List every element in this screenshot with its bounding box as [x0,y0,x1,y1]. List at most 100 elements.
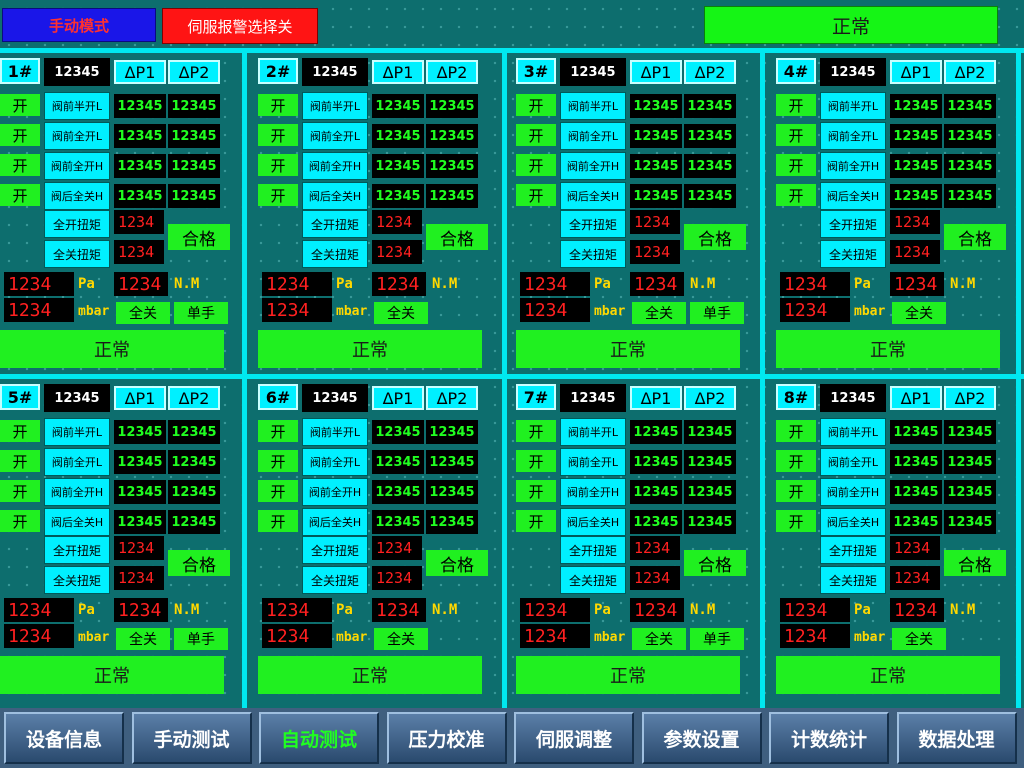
valve-open-button[interactable]: 开 [258,450,298,472]
unit-number: 7# [516,384,556,410]
valve-open-button[interactable]: 开 [0,420,40,442]
pressure-mbar-value: 1234 [262,298,332,322]
delta-p2-value: 12345 [944,154,996,178]
torque-open-label: 全开扭矩 [820,210,886,238]
full-close-button[interactable]: 全关 [116,302,170,324]
valve-open-button[interactable]: 开 [258,94,298,116]
nav-button-5[interactable]: 伺服调整 [514,712,634,764]
frame-divider-middle [0,374,1024,379]
delta-p2-header: ΔP2 [426,386,478,410]
valve-open-button[interactable]: 开 [776,154,816,176]
torque-close-label: 全关扭矩 [44,566,110,594]
valve-open-button[interactable]: 开 [258,420,298,442]
nm-unit-label: N.M [690,276,716,292]
mbar-unit-label: mbar [336,630,368,645]
valve-open-button[interactable]: 开 [258,154,298,176]
delta-p2-value: 12345 [684,124,736,148]
delta-p1-value: 12345 [630,480,682,504]
torque-nm-value: 1234 [890,598,944,622]
full-close-button[interactable]: 全关 [632,628,686,650]
torque-open-label: 全开扭矩 [44,536,110,564]
unit-status-indicator: 正常 [0,656,224,694]
delta-p2-value: 12345 [426,94,478,118]
delta-p2-header: ΔP2 [168,386,220,410]
full-close-button[interactable]: 全关 [374,628,428,650]
pa-unit-label: Pa [78,276,95,292]
valve-position-label: 阀后全关H [302,508,368,536]
delta-p2-value: 12345 [168,184,220,208]
sensor-value: 12345 [302,58,368,86]
valve-open-button[interactable]: 开 [0,184,40,206]
pressure-mbar-value: 1234 [520,298,590,322]
valve-open-button[interactable]: 开 [776,124,816,146]
pressure-pa-value: 1234 [4,272,74,296]
delta-p2-value: 12345 [944,510,996,534]
unit-status-indicator: 正常 [516,656,740,694]
valve-open-button[interactable]: 开 [258,184,298,206]
valve-open-button[interactable]: 开 [516,420,556,442]
valve-open-button[interactable]: 开 [516,480,556,502]
valve-open-button[interactable]: 开 [516,510,556,532]
valve-open-button[interactable]: 开 [258,124,298,146]
valve-position-label: 阀前全开H [560,152,626,180]
nav-button-2[interactable]: 手动测试 [131,712,252,764]
valve-open-button[interactable]: 开 [0,94,40,116]
valve-open-button[interactable]: 开 [0,124,40,146]
nav-button-3[interactable]: 自动测试 [259,712,379,764]
valve-open-button[interactable]: 开 [776,510,816,532]
nm-unit-label: N.M [432,602,458,618]
valve-position-label: 阀前全开H [302,478,368,506]
nav-button-7[interactable]: 计数统计 [769,712,889,764]
delta-p1-value: 12345 [630,124,682,148]
nav-button-8[interactable]: 数据处理 [896,712,1017,764]
pressure-pa-value: 1234 [262,598,332,622]
delta-p2-value: 12345 [168,420,220,444]
nav-button-6[interactable]: 参数设置 [641,712,762,764]
single-hand-button[interactable]: 单手 [690,628,744,650]
valve-open-button[interactable]: 开 [0,510,40,532]
full-close-button[interactable]: 全关 [374,302,428,324]
single-hand-button[interactable]: 单手 [690,302,744,324]
unit-panel-6: 6# 12345 ΔP1 ΔP2 开阀前半开L 12345 12345 开阀前全开L 12345… [258,384,490,698]
servo-alarm-select-button[interactable]: 伺服报警选择关 [162,8,318,44]
torque-nm-value: 1234 [372,272,426,296]
valve-open-button[interactable]: 开 [776,94,816,116]
pa-unit-label: Pa [594,602,611,618]
valve-open-button[interactable]: 开 [516,154,556,176]
valve-position-label: 阀前半开L [820,418,886,446]
delta-p1-value: 12345 [372,184,424,208]
nm-unit-label: N.M [174,276,200,292]
valve-open-button[interactable]: 开 [516,184,556,206]
valve-open-button[interactable]: 开 [516,450,556,472]
delta-p2-value: 12345 [426,450,478,474]
pressure-mbar-value: 1234 [780,624,850,648]
full-close-button[interactable]: 全关 [892,628,946,650]
valve-open-button[interactable]: 开 [516,94,556,116]
full-close-button[interactable]: 全关 [116,628,170,650]
valve-open-button[interactable]: 开 [516,124,556,146]
valve-open-button[interactable]: 开 [258,510,298,532]
nav-button-4[interactable]: 压力校准 [386,712,507,764]
delta-p2-value: 12345 [684,480,736,504]
valve-open-button[interactable]: 开 [0,480,40,502]
pressure-pa-value: 1234 [4,598,74,622]
single-hand-button[interactable]: 单手 [174,628,228,650]
torque-close-label: 全关扭矩 [820,240,886,268]
delta-p2-value: 12345 [426,420,478,444]
valve-open-button[interactable]: 开 [0,154,40,176]
mode-button[interactable]: 手动模式 [2,8,156,42]
valve-open-button[interactable]: 开 [258,480,298,502]
valve-open-button[interactable]: 开 [776,184,816,206]
valve-open-button[interactable]: 开 [0,450,40,472]
torque-close-value: 1234 [372,566,422,590]
full-close-button[interactable]: 全关 [892,302,946,324]
torque-open-value: 1234 [890,536,940,560]
nav-button-1[interactable]: 设备信息 [4,712,124,764]
valve-open-button[interactable]: 开 [776,450,816,472]
sensor-value: 12345 [44,384,110,412]
single-hand-button[interactable]: 单手 [174,302,228,324]
valve-open-button[interactable]: 开 [776,420,816,442]
valve-open-button[interactable]: 开 [776,480,816,502]
full-close-button[interactable]: 全关 [632,302,686,324]
delta-p2-value: 12345 [426,154,478,178]
